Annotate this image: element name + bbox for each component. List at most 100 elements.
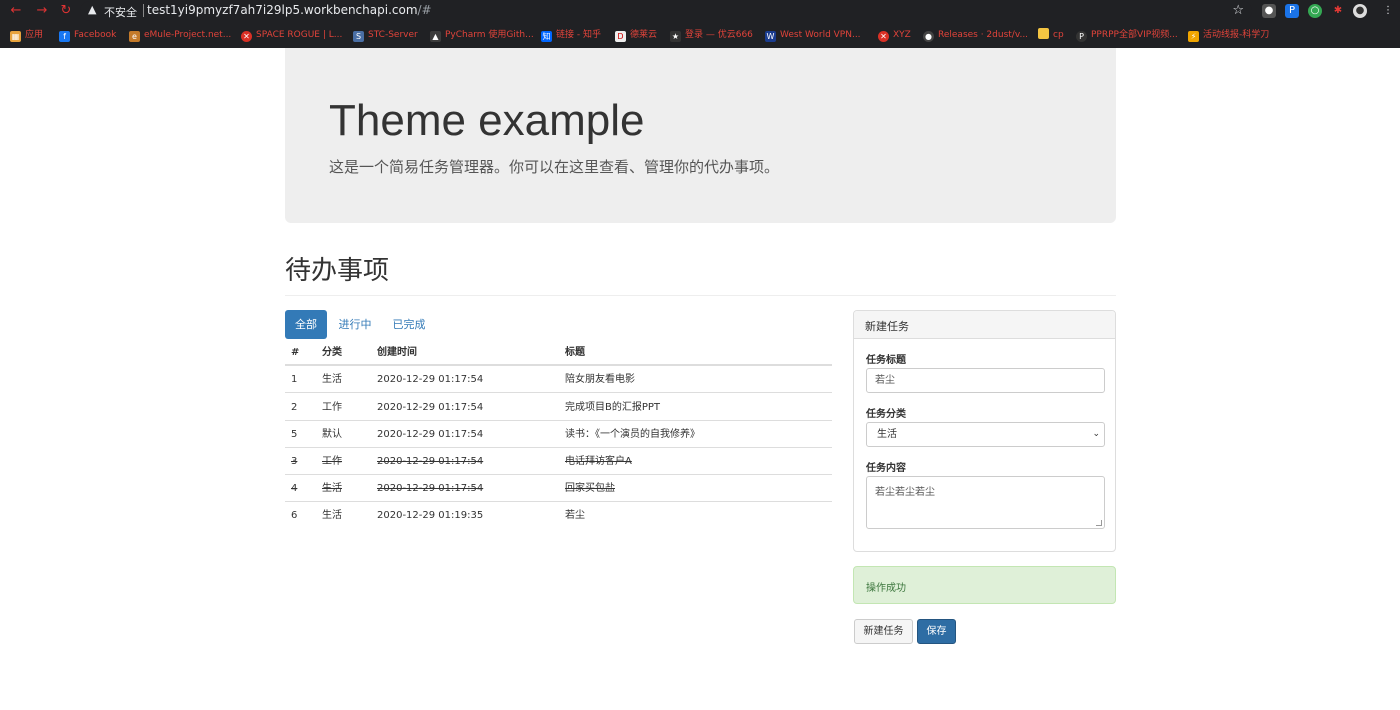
alert-message: 操作成功 bbox=[866, 583, 906, 594]
extension-p-icon[interactable]: P bbox=[1285, 4, 1299, 18]
knife-icon: ⚡ bbox=[1188, 31, 1199, 42]
bookmark-item[interactable]: ▦ 应用 bbox=[10, 28, 43, 42]
column-header-number: # bbox=[291, 347, 300, 358]
task-content-label: 任务内容 bbox=[866, 463, 906, 474]
folder-icon bbox=[1038, 28, 1049, 39]
row-number: 5 bbox=[291, 429, 298, 440]
task-title-label: 任务标题 bbox=[866, 355, 906, 366]
bookmark-item[interactable]: P PPRPP全部VIP视频... bbox=[1076, 28, 1178, 42]
row-title: 电话拜访客户A bbox=[565, 456, 632, 467]
menu-dots-icon[interactable]: ⋮ bbox=[1381, 4, 1395, 18]
tab-completed[interactable]: 已完成 bbox=[387, 310, 431, 339]
insecure-label: 不安全 bbox=[104, 6, 137, 19]
bookmark-item[interactable]: ✕ SPACE ROGUE | L... bbox=[241, 28, 342, 42]
task-category-select[interactable]: 生活 ⌄ bbox=[866, 422, 1105, 447]
column-header-created: 创建时间 bbox=[377, 347, 417, 358]
row-number: 4 bbox=[291, 483, 298, 494]
github-icon: ● bbox=[923, 31, 934, 42]
bookmark-item[interactable]: e eMule-Project.net... bbox=[129, 28, 231, 42]
panel-title: 新建任务 bbox=[865, 320, 909, 333]
warning-icon: ▲ bbox=[88, 3, 97, 16]
section-title: 待办事项 bbox=[285, 256, 390, 286]
row-title: 陪女朋友看电影 bbox=[565, 374, 635, 385]
row-category: 生活 bbox=[322, 374, 342, 385]
row-title: 若尘 bbox=[565, 510, 585, 521]
omnibox[interactable]: ▲ 不安全 test1yi9pmyzf7ah7i29lp5.workbencha… bbox=[80, 1, 1252, 21]
table-header: # 分类 创建时间 标题 bbox=[285, 340, 832, 366]
table-row[interactable]: 2 工作 2020-12-29 01:17:54 完成项目B的汇报PPT bbox=[285, 394, 832, 421]
bookmark-item[interactable]: ● Releases · 2dust/v... bbox=[923, 28, 1028, 42]
vpn-icon: W bbox=[765, 31, 776, 42]
cloud-icon: D bbox=[615, 31, 626, 42]
bookmark-item[interactable]: ★ 登录 — 优云666 bbox=[670, 28, 753, 42]
forward-icon[interactable]: → bbox=[34, 3, 50, 19]
bookmark-item[interactable]: ▲ PyCharm 使用Gith... bbox=[430, 28, 534, 42]
row-created: 2020-12-29 01:17:54 bbox=[377, 402, 484, 413]
table-row-completed[interactable]: 4 生活 2020-12-29 01:17:54 回家买包盐 bbox=[285, 475, 832, 502]
apps-grid-icon: ▦ bbox=[10, 31, 21, 42]
task-category-value: 生活 bbox=[877, 429, 897, 440]
row-created: 2020-12-29 01:17:54 bbox=[377, 456, 484, 467]
row-title: 回家买包盐 bbox=[565, 483, 615, 494]
bookmark-item[interactable]: S STC-Server bbox=[353, 28, 418, 42]
table-row[interactable]: 1 生活 2020-12-29 01:17:54 陪女朋友看电影 bbox=[285, 366, 832, 393]
emule-icon: e bbox=[129, 31, 140, 42]
task-content-value: 若尘若尘若尘 bbox=[875, 487, 935, 498]
bookmark-star-icon[interactable]: ☆ bbox=[1232, 3, 1244, 18]
url-separator bbox=[143, 4, 144, 17]
row-number: 2 bbox=[291, 402, 298, 413]
bookmark-item[interactable]: 知链接 - 知乎 bbox=[541, 28, 601, 42]
row-number: 6 bbox=[291, 510, 298, 521]
reload-icon[interactable]: ↻ bbox=[58, 3, 74, 19]
column-header-title: 标题 bbox=[565, 347, 585, 358]
row-title: 完成项目B的汇报PPT bbox=[565, 402, 661, 413]
table-row[interactable]: 5 默认 2020-12-29 01:17:54 读书：《一个演员的自我修养》 bbox=[285, 421, 832, 448]
success-alert: 操作成功 bbox=[853, 566, 1116, 604]
back-icon[interactable]: ← bbox=[8, 3, 24, 19]
task-content-textarea[interactable]: 若尘若尘若尘 bbox=[866, 476, 1105, 529]
new-task-panel: 新建任务 任务标题 若尘 任务分类 生活 ⌄ 任务内容 若尘若尘若尘 bbox=[853, 310, 1116, 552]
bookmark-item[interactable]: ✕ XYZ bbox=[878, 28, 911, 42]
browser-chrome: ← → ↻ ▲ 不安全 test1yi9pmyzf7ah7i29lp5.work… bbox=[0, 0, 1400, 48]
bookmark-item[interactable]: f Facebook bbox=[59, 28, 116, 42]
bookmark-item[interactable]: D 德莱云 bbox=[615, 28, 657, 42]
profile-avatar-icon[interactable]: ● bbox=[1353, 4, 1367, 18]
task-category-label: 任务分类 bbox=[866, 409, 906, 420]
table-row[interactable]: 6 生活 2020-12-29 01:19:35 若尘 bbox=[285, 502, 832, 529]
bookmark-item[interactable]: W West World VPN... bbox=[765, 28, 861, 42]
jumbotron: Theme example 这是一个简易任务管理器。你可以在这里查看、管理你的代… bbox=[285, 48, 1116, 223]
tab-all[interactable]: 全部 bbox=[285, 310, 327, 339]
row-number: 3 bbox=[291, 456, 298, 467]
section-divider bbox=[285, 295, 1116, 296]
row-created: 2020-12-29 01:19:35 bbox=[377, 510, 484, 521]
task-title-input[interactable]: 若尘 bbox=[866, 368, 1105, 393]
save-button[interactable]: 保存 bbox=[917, 619, 956, 644]
resize-handle-icon[interactable] bbox=[1096, 520, 1102, 526]
row-category: 工作 bbox=[322, 456, 342, 467]
tab-in-progress[interactable]: 进行中 bbox=[333, 310, 377, 339]
table-row-completed[interactable]: 3 工作 2020-12-29 01:17:54 电话拜访客户A bbox=[285, 448, 832, 475]
globe-icon: ✕ bbox=[241, 31, 252, 42]
url-text[interactable]: test1yi9pmyzf7ah7i29lp5.workbenchapi.com… bbox=[147, 3, 432, 17]
new-task-button[interactable]: 新建任务 bbox=[854, 619, 913, 644]
bookmark-item[interactable]: cp bbox=[1038, 28, 1064, 42]
row-category: 生活 bbox=[322, 483, 342, 494]
extension-puzzle-icon[interactable]: ✱ bbox=[1331, 4, 1345, 18]
page-subtitle: 这是一个简易任务管理器。你可以在这里查看、管理你的代办事项。 bbox=[329, 158, 780, 176]
server-icon: S bbox=[353, 31, 364, 42]
page-title: Theme example bbox=[329, 96, 645, 145]
bookmark-item[interactable]: ⚡ 活动线报-科学刀 bbox=[1188, 28, 1269, 42]
globe-icon: ✕ bbox=[878, 31, 889, 42]
row-category: 工作 bbox=[322, 402, 342, 413]
extension-bulb-icon[interactable]: ● bbox=[1262, 4, 1276, 18]
chevron-down-icon: ⌄ bbox=[1092, 429, 1100, 439]
zhihu-icon: 知 bbox=[541, 31, 552, 42]
address-bar-row: ← → ↻ ▲ 不安全 test1yi9pmyzf7ah7i29lp5.work… bbox=[0, 0, 1400, 23]
row-category: 默认 bbox=[322, 429, 342, 440]
row-number: 1 bbox=[291, 374, 298, 385]
extension-chrome-icon[interactable]: ○ bbox=[1308, 4, 1322, 18]
url-host: test1yi9pmyzf7ah7i29lp5.workbenchapi.com bbox=[147, 3, 418, 17]
pycharm-icon: ▲ bbox=[430, 31, 441, 42]
row-category: 生活 bbox=[322, 510, 342, 521]
url-path: /# bbox=[417, 3, 432, 17]
